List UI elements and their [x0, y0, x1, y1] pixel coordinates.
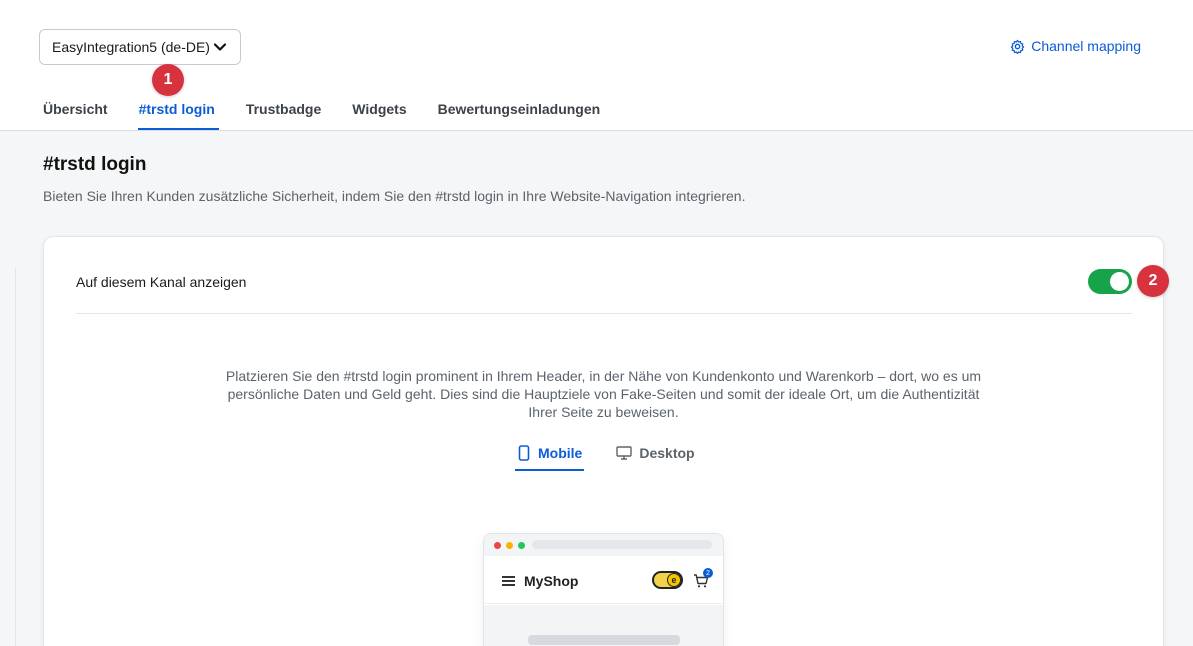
- channel-mapping-link[interactable]: Channel mapping: [1010, 38, 1141, 54]
- mobile-preview: MyShop e 2: [483, 533, 724, 646]
- nav-tabs: Übersicht #trstd login Trustbadge Widget…: [43, 99, 631, 130]
- cart-count-badge: 2: [703, 568, 713, 578]
- window-close-dot: [494, 542, 501, 549]
- tab-trstd-login[interactable]: #trstd login: [137, 99, 220, 130]
- trstd-login-toggle: e: [652, 571, 683, 589]
- top-bar: EasyIntegration5 (de-DE) Channel mapping…: [0, 0, 1193, 131]
- mobile-icon: [518, 445, 530, 461]
- desktop-icon: [616, 446, 633, 460]
- tab-trustbadge[interactable]: Trustbadge: [246, 99, 321, 128]
- shop-header: MyShop e 2: [484, 556, 723, 604]
- content-placeholder: [528, 635, 680, 645]
- tab-mobile[interactable]: Mobile: [515, 443, 585, 471]
- left-divider: [15, 268, 16, 646]
- show-on-channel-toggle[interactable]: [1088, 269, 1132, 294]
- window-maximize-dot: [518, 542, 525, 549]
- show-on-channel-label: Auf diesem Kanal anzeigen: [76, 274, 247, 290]
- tab-uebersicht[interactable]: Übersicht: [43, 99, 108, 128]
- shop-name: MyShop: [524, 573, 579, 589]
- tab-desktop[interactable]: Desktop: [614, 443, 696, 471]
- tab-mobile-label: Mobile: [538, 445, 583, 461]
- step-badge-1: 1: [152, 64, 184, 96]
- gear-icon: [1011, 39, 1025, 54]
- hamburger-icon: [502, 576, 515, 586]
- chevron-down-icon: [213, 43, 227, 51]
- page-title: #trstd login: [43, 154, 147, 175]
- preview-view-tabs: Mobile Desktop: [515, 443, 697, 471]
- trusted-seal-icon: e: [667, 573, 681, 587]
- tab-bewertungseinladungen[interactable]: Bewertungseinladungen: [438, 99, 601, 128]
- placement-info-text: Platzieren Sie den #trstd login prominen…: [225, 368, 982, 420]
- channel-select[interactable]: EasyIntegration5 (de-DE): [39, 29, 241, 65]
- page-description: Bieten Sie Ihren Kunden zusätzliche Sich…: [43, 188, 746, 204]
- tab-desktop-label: Desktop: [639, 445, 695, 461]
- shop-body: [484, 605, 723, 646]
- channel-mapping-label: Channel mapping: [1031, 38, 1141, 54]
- step-badge-2: 2: [1137, 265, 1169, 297]
- channel-select-value: EasyIntegration5 (de-DE): [52, 39, 210, 55]
- toggle-knob: [1110, 272, 1129, 291]
- browser-bar: [484, 534, 723, 556]
- card-divider: [76, 313, 1132, 314]
- settings-card: Auf diesem Kanal anzeigen Platzieren Sie…: [43, 236, 1164, 646]
- window-minimize-dot: [506, 542, 513, 549]
- url-bar: [532, 540, 712, 549]
- tab-widgets[interactable]: Widgets: [352, 99, 406, 128]
